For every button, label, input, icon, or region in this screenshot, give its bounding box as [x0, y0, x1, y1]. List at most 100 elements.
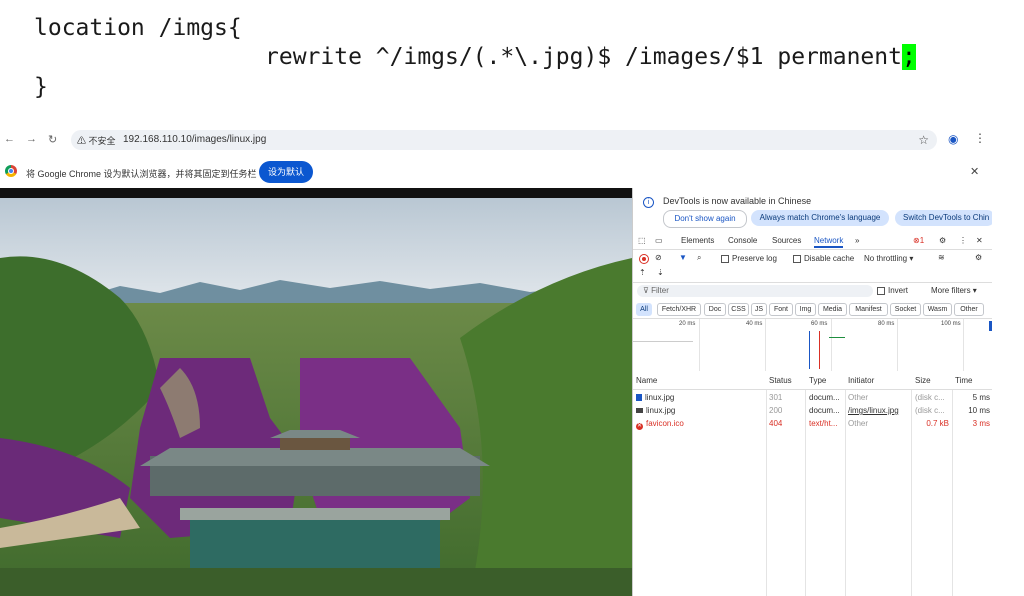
column-header-size[interactable]: Size	[915, 376, 931, 385]
type-filter-fetch-xhr[interactable]: Fetch/XHR	[657, 303, 701, 316]
forward-icon[interactable]: →	[26, 133, 37, 145]
tab-elements[interactable]: Elements	[681, 236, 714, 245]
type-filter-media[interactable]: Media	[818, 303, 847, 316]
column-header-initiator[interactable]: Initiator	[848, 376, 874, 385]
tab-sources[interactable]: Sources	[772, 236, 801, 245]
search-icon[interactable]: ⌕	[697, 253, 701, 263]
chevron-down-icon: ▾	[972, 286, 977, 295]
code-snippet: location /imgs{ rewrite ^/imgs/(.*\.jpg)…	[0, 0, 1024, 128]
overview-scroll-handle[interactable]	[989, 321, 992, 331]
table-row[interactable]: ✕ favicon.ico 404 text/ht... Other 0.7 kB…	[633, 417, 992, 430]
type-filter-css[interactable]: CSS	[728, 303, 749, 316]
inspect-icon[interactable]: ⬚	[638, 236, 646, 245]
error-icon: ✕	[636, 423, 643, 430]
devtools-tabs: ⬚ ▭ Elements Console Sources Network » ⊗…	[633, 233, 992, 250]
network-overview-timeline[interactable]: 20 ms 40 ms 60 ms 80 ms 100 ms	[633, 318, 992, 372]
request-initiator-link[interactable]: /imgs/linux.jpg	[848, 406, 899, 415]
timeline-tick: 40 ms	[746, 321, 763, 327]
network-settings-icon[interactable]: ⚙	[975, 253, 982, 262]
security-warning[interactable]: ⚠ 不安全	[77, 134, 116, 147]
set-default-button[interactable]: 设为默认	[259, 161, 313, 183]
table-row[interactable]: linux.jpg 301 docum... Other (disk c... …	[633, 391, 992, 404]
invert-checkbox[interactable]: Invert	[877, 286, 908, 295]
network-toolbar: ⊘ ▼ ⌕ Preserve log Disable cache No thro…	[633, 250, 992, 283]
info-icon: i	[643, 197, 654, 208]
request-type: docum...	[809, 406, 840, 415]
timeline-tick: 100 ms	[941, 321, 961, 327]
filter-row: ⊽ Filter Invert More filters ▾	[633, 284, 992, 298]
column-header-status[interactable]: Status	[769, 376, 792, 385]
dont-show-again-button[interactable]: Don't show again	[663, 210, 747, 228]
network-conditions-icon[interactable]: ≋	[938, 253, 945, 262]
close-icon[interactable]: ✕	[970, 165, 979, 178]
request-type: docum...	[809, 393, 840, 402]
column-header-time[interactable]: Time	[955, 376, 972, 385]
default-browser-infobar: 将 Google Chrome 设为默认浏览器，并将其固定到任务栏 设为默认 ✕	[0, 158, 991, 186]
infobar-text: 将 Google Chrome 设为默认浏览器，并将其固定到任务栏	[26, 169, 257, 179]
filter-icon: ⊽	[643, 286, 649, 295]
table-header: Name Status Type Initiator Size Time	[633, 371, 992, 390]
table-row[interactable]: linux.jpg 200 docum... /imgs/linux.jpg (…	[633, 404, 992, 417]
error-counter[interactable]: ⊗1	[913, 236, 924, 245]
profile-icon[interactable]: ◉	[948, 132, 958, 146]
timeline-tick: 80 ms	[878, 321, 895, 327]
request-status: 200	[769, 406, 783, 415]
more-tabs-icon[interactable]: »	[855, 236, 859, 245]
kebab-menu-icon[interactable]: ⋮	[974, 131, 986, 145]
disable-cache-checkbox[interactable]: Disable cache	[793, 254, 854, 263]
throttling-value: No throttling	[864, 254, 908, 263]
import-har-icon[interactable]: ⇡	[639, 268, 646, 277]
device-toolbar-icon[interactable]: ▭	[655, 236, 663, 245]
reload-icon[interactable]: ↻	[48, 133, 57, 146]
request-size: (disk c...	[915, 406, 945, 415]
address-bar[interactable]: ⚠ 不安全 192.168.110.10/images/linux.jpg ☆	[71, 130, 937, 150]
type-filter-socket[interactable]: Socket	[890, 303, 921, 316]
devtools-menu-icon[interactable]: ⋮	[959, 236, 967, 245]
tab-network[interactable]: Network	[814, 236, 844, 248]
type-filter-other[interactable]: Other	[954, 303, 984, 316]
bookmark-star-icon[interactable]: ☆	[918, 133, 929, 147]
record-icon[interactable]	[639, 254, 649, 264]
type-filter-manifest[interactable]: Manifest	[849, 303, 888, 316]
filter-input[interactable]: ⊽ Filter	[637, 285, 873, 297]
type-filter-all[interactable]: All	[636, 303, 652, 316]
dom-content-loaded-marker	[809, 331, 810, 369]
type-filter-wasm[interactable]: Wasm	[923, 303, 952, 316]
document-icon	[636, 394, 642, 401]
request-name: favicon.ico	[646, 419, 684, 428]
type-filter-doc[interactable]: Doc	[704, 303, 726, 316]
export-har-icon[interactable]: ⇣	[657, 268, 664, 277]
error-count: 1	[919, 236, 925, 245]
throttling-select[interactable]: No throttling ▾	[864, 254, 913, 263]
disable-cache-label: Disable cache	[804, 254, 855, 263]
column-header-type[interactable]: Type	[809, 376, 826, 385]
more-filters-label: More filters	[931, 286, 971, 295]
switch-language-button[interactable]: Switch DevTools to Chin	[895, 210, 992, 226]
code-line-2: rewrite ^/imgs/(.*\.jpg)$ /images/$1 per…	[265, 43, 916, 71]
network-requests-table: Name Status Type Initiator Size Time lin…	[633, 371, 992, 596]
filter-funnel-icon[interactable]: ▼	[679, 253, 687, 262]
back-icon[interactable]: ←	[4, 133, 15, 145]
text-cursor: ;	[901, 44, 916, 70]
type-filter-img[interactable]: Img	[795, 303, 816, 316]
clear-icon[interactable]: ⊘	[655, 253, 662, 262]
devtools-close-icon[interactable]: ✕	[976, 236, 983, 245]
type-filter-js[interactable]: JS	[751, 303, 767, 316]
request-bar	[829, 337, 845, 338]
devtools-panel: i DevTools is now available in Chinese D…	[632, 188, 992, 596]
chrome-logo-icon	[5, 165, 17, 177]
column-header-name[interactable]: Name	[636, 376, 657, 385]
type-filter-font[interactable]: Font	[769, 303, 793, 316]
match-language-button[interactable]: Always match Chrome's language	[751, 210, 889, 226]
url-text[interactable]: 192.168.110.10/images/linux.jpg	[123, 134, 266, 145]
resource-type-filters: All Fetch/XHR Doc CSS JS Font Img Media …	[633, 302, 992, 316]
code-line-2-text: rewrite ^/imgs/(.*\.jpg)$ /images/$1 per…	[265, 44, 902, 70]
request-initiator: Other	[848, 393, 869, 402]
code-line-3: }	[34, 74, 48, 100]
tab-console[interactable]: Console	[728, 236, 757, 245]
preserve-log-checkbox[interactable]: Preserve log	[721, 254, 777, 263]
request-time: 3 ms	[972, 419, 990, 428]
landscape-photo	[0, 198, 632, 596]
settings-gear-icon[interactable]: ⚙	[939, 236, 946, 245]
more-filters-button[interactable]: More filters ▾	[931, 286, 977, 295]
